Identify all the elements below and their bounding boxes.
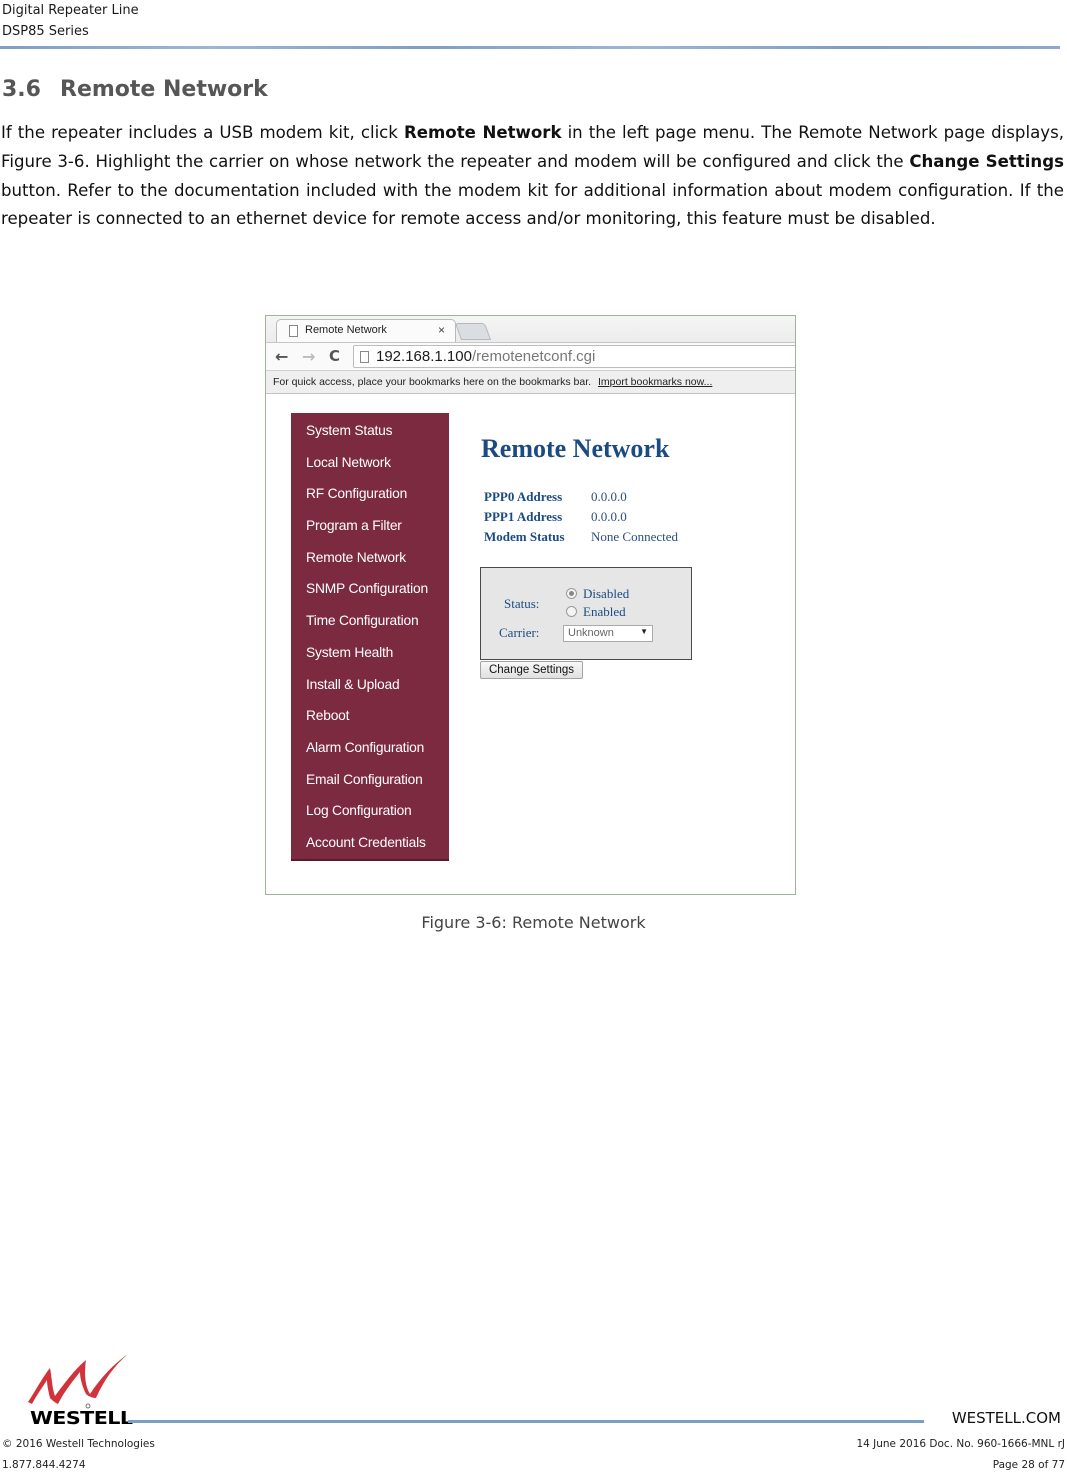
page-icon [289,325,298,337]
menu-item-log-configuration[interactable]: Log Configuration [291,800,449,832]
menu-item-program-a-filter[interactable]: Program a Filter [291,515,449,547]
menu-item-install-upload[interactable]: Install & Upload [291,674,449,706]
browser-tab-bar: Remote Network × [266,316,795,342]
page-icon [360,351,369,363]
body-paragraph: If the repeater includes a USB modem kit… [1,119,1064,234]
reload-icon[interactable]: C [329,347,340,365]
carrier-select[interactable]: Unknown ▼ [563,625,653,642]
info-value: None Connected [591,529,679,544]
status-label: Status: [504,596,540,611]
menu-item-account-credentials[interactable]: Account Credentials [291,832,449,864]
menu-item-remote-network[interactable]: Remote Network [291,547,449,579]
body-bold-change-settings: Change Settings [909,151,1064,171]
forward-arrow-icon[interactable]: → [302,347,315,366]
menu-item-local-network[interactable]: Local Network [291,452,449,484]
info-row-ppp1: PPP1 Address 0.0.0.0 [484,509,678,529]
westell-logo-icon [28,1354,128,1409]
settings-form: Status: Disabled Enabled Carrier: Unknow… [480,567,692,660]
body-text-part: button. Refer to the documentation inclu… [1,180,1064,229]
section-heading: 3.6 Remote Network [2,77,268,102]
menu-item-system-health[interactable]: System Health [291,642,449,674]
url-host: 192.168.1.100 [376,348,472,365]
body-bold-remote-network: Remote Network [403,123,562,142]
footer-website: WESTELL.COM [951,1409,1061,1427]
bookmarks-bar: For quick access, place your bookmarks h… [266,370,795,394]
change-settings-button[interactable]: Change Settings [480,661,583,679]
section-title: Remote Network [60,77,268,102]
menu-item-system-status[interactable]: System Status [291,420,449,452]
figure-screenshot: Remote Network × ← → C 192.168.1.100/rem… [265,315,796,895]
new-tab-button[interactable] [454,323,492,340]
info-row-ppp0: PPP0 Address 0.0.0.0 [484,489,678,509]
menu-item-time-configuration[interactable]: Time Configuration [291,610,449,642]
radio-enabled[interactable]: Enabled [566,604,626,620]
remote-network-info: PPP0 Address 0.0.0.0 PPP1 Address 0.0.0.0 … [484,489,678,549]
browser-toolbar: ← → C 192.168.1.100/remotenetconf.cgi [266,342,795,370]
info-value: 0.0.0.0 [591,489,627,504]
document-header: Digital Repeater Line DSP85 Series [2,0,139,42]
info-value: 0.0.0.0 [591,509,627,524]
bookmarks-hint: For quick access, place your bookmarks h… [273,376,592,388]
header-divider [0,46,1060,49]
info-label: Modem Status [484,529,565,544]
radio-disabled[interactable]: Disabled [566,586,629,602]
footer-page-number: Page 28 of 77 [992,1459,1065,1471]
dropdown-arrow-icon: ▼ [640,627,648,636]
menu-item-snmp-configuration[interactable]: SNMP Configuration [291,578,449,610]
info-row-modem-status: Modem Status None Connected [484,529,678,549]
tab-title: Remote Network [305,324,387,336]
westell-wordmark: WESTELL [30,1408,133,1429]
menu-item-email-configuration[interactable]: Email Configuration [291,769,449,801]
address-bar[interactable]: 192.168.1.100/remotenetconf.cgi [353,345,795,368]
browser-tab[interactable]: Remote Network × [276,319,456,342]
info-label: PPP0 Address [484,489,563,504]
url-path: /remotenetconf.cgi [471,348,596,365]
section-number: 3.6 [2,77,41,102]
import-bookmarks-link[interactable]: Import bookmarks now... [598,376,712,388]
close-tab-icon[interactable]: × [438,323,445,337]
menu-item-reboot[interactable]: Reboot [291,705,449,737]
left-page-menu: System Status Local Network RF Configura… [291,413,449,861]
header-product-line: Digital Repeater Line [2,3,139,18]
carrier-selected-value: Unknown [568,627,614,639]
webpage-title: Remote Network [481,434,670,463]
info-label: PPP1 Address [484,509,563,524]
menu-item-rf-configuration[interactable]: RF Configuration [291,483,449,515]
menu-item-alarm-configuration[interactable]: Alarm Configuration [291,737,449,769]
radio-button-icon[interactable] [566,606,577,617]
body-text-part: If the repeater includes a USB modem kit… [1,123,404,142]
radio-label: Disabled [583,586,630,601]
radio-label: Enabled [583,604,626,619]
footer-phone: 1.877.844.4274 [2,1459,86,1471]
header-series: DSP85 Series [2,24,89,39]
footer-doc-info: 14 June 2016 Doc. No. 960-1666-MNL rJ [856,1438,1065,1450]
footer-copyright: © 2016 Westell Technologies [2,1438,155,1450]
radio-button-checked-icon[interactable] [566,588,577,599]
figure-caption: Figure 3-6: Remote Network [421,913,646,932]
back-arrow-icon[interactable]: ← [275,347,288,366]
carrier-label: Carrier: [499,625,540,640]
footer-divider [128,1420,924,1423]
